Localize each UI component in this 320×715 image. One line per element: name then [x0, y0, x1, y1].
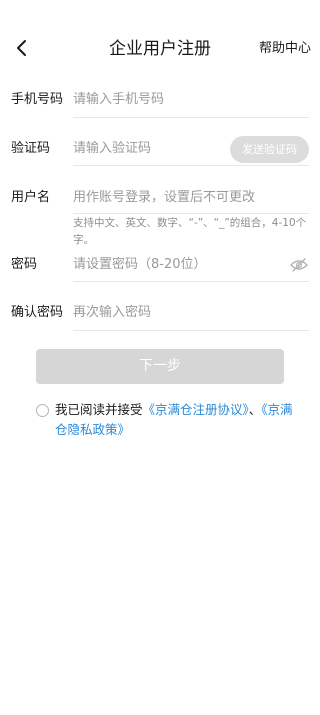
agreement-text: 我已阅读并接受《京满仓注册协议》、《京满仓隐私政策》	[55, 400, 305, 440]
agreement-separator: 、	[248, 402, 262, 417]
code-input[interactable]	[73, 140, 213, 158]
send-code-button[interactable]: 发送验证码	[230, 136, 309, 163]
password-label: 密码	[11, 257, 38, 272]
code-label: 验证码	[11, 141, 51, 156]
username-input[interactable]	[73, 189, 303, 207]
confirm-password-input[interactable]	[73, 304, 293, 322]
phone-input[interactable]	[73, 91, 293, 109]
username-hint: 支持中文、英文、数字、“-”、“_”的组合，4-10个字。	[73, 217, 307, 246]
username-divider	[73, 213, 309, 214]
password-divider	[73, 281, 309, 282]
agreement-row: 我已阅读并接受《京满仓注册协议》、《京满仓隐私政策》	[0, 400, 320, 440]
confirm-password-divider	[73, 330, 309, 331]
agreement-prefix: 我已阅读并接受	[55, 402, 143, 417]
registration-agreement-link[interactable]: 《京满仓注册协议》	[143, 402, 249, 417]
code-divider	[73, 165, 309, 166]
next-step-button[interactable]: 下一步	[36, 349, 284, 384]
password-visibility-toggle[interactable]	[290, 257, 308, 272]
username-label: 用户名	[11, 190, 51, 205]
phone-label: 手机号码	[11, 92, 64, 107]
eye-off-icon	[290, 258, 308, 272]
agreement-checkbox[interactable]	[36, 404, 49, 417]
header-bar: 企业用户注册 帮助中心	[0, 0, 320, 100]
password-input[interactable]	[73, 256, 273, 274]
phone-divider	[73, 117, 309, 118]
help-center-link[interactable]: 帮助中心	[259, 40, 311, 58]
confirm-password-label: 确认密码	[11, 305, 64, 320]
